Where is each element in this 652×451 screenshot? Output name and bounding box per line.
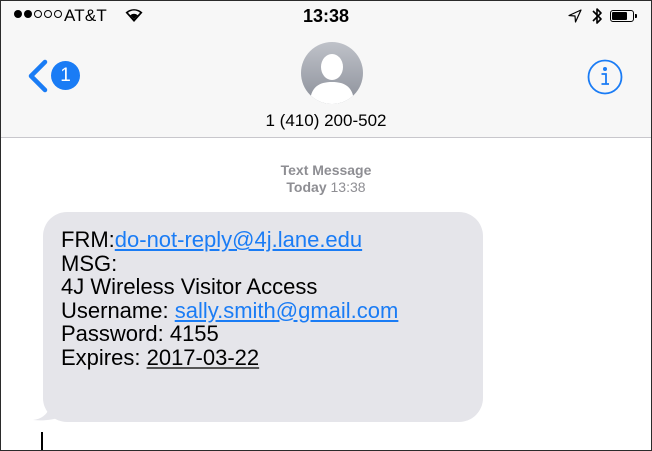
message-line-username: Username: sally.smith@gmail.com [61,297,465,323]
battery-icon [610,10,637,22]
username-email-link[interactable]: sally.smith@gmail.com [175,298,399,323]
message-line-title: 4J Wireless Visitor Access [61,274,318,299]
contact-avatar-icon[interactable] [301,42,363,104]
status-bar: AT&T 13:38 [1,1,651,31]
message-timestamp: Text Message Today 13:38 [1,162,651,196]
from-label: FRM: [61,227,115,252]
messages-screen: AT&T 13:38 1 1 (410) 200-502 Text Messag… [0,0,652,451]
password-value: 4155 [169,321,219,346]
username-label: Username: [61,297,175,323]
expires-date-link[interactable]: 2017-03-22 [147,345,260,370]
info-icon [587,59,623,95]
message-line-expires: Expires: 2017-03-22 [61,344,465,370]
chevron-left-icon [28,59,48,93]
conversation-header: 1 1 (410) 200-502 [1,31,651,138]
service-label: Text Message [280,162,372,178]
password-label: Password: [61,321,170,346]
from-email-link[interactable]: do-not-reply@4j.lane.edu [115,227,362,252]
location-arrow-icon [568,9,582,23]
message-line-from: FRM:do-not-reply@4j.lane.edu [61,228,465,252]
message-line-password: Password: 4155 [61,322,465,346]
time-label: 13:38 [330,179,366,195]
contact-name[interactable]: 1 (410) 200-502 [1,111,651,131]
message-line-msg: MSG: [61,250,118,276]
bluetooth-icon [592,8,602,24]
text-cursor [41,432,43,450]
received-message-bubble[interactable]: FRM:do-not-reply@4j.lane.edu MSG: 4J Wir… [43,212,483,422]
info-button[interactable] [586,58,624,96]
status-time: 13:38 [302,6,350,26]
unread-count-badge: 1 [51,61,80,90]
day-label: Today [286,179,327,195]
bubble-tail [33,397,61,421]
back-button[interactable]: 1 [27,59,87,93]
expires-label: Expires: [61,344,147,370]
